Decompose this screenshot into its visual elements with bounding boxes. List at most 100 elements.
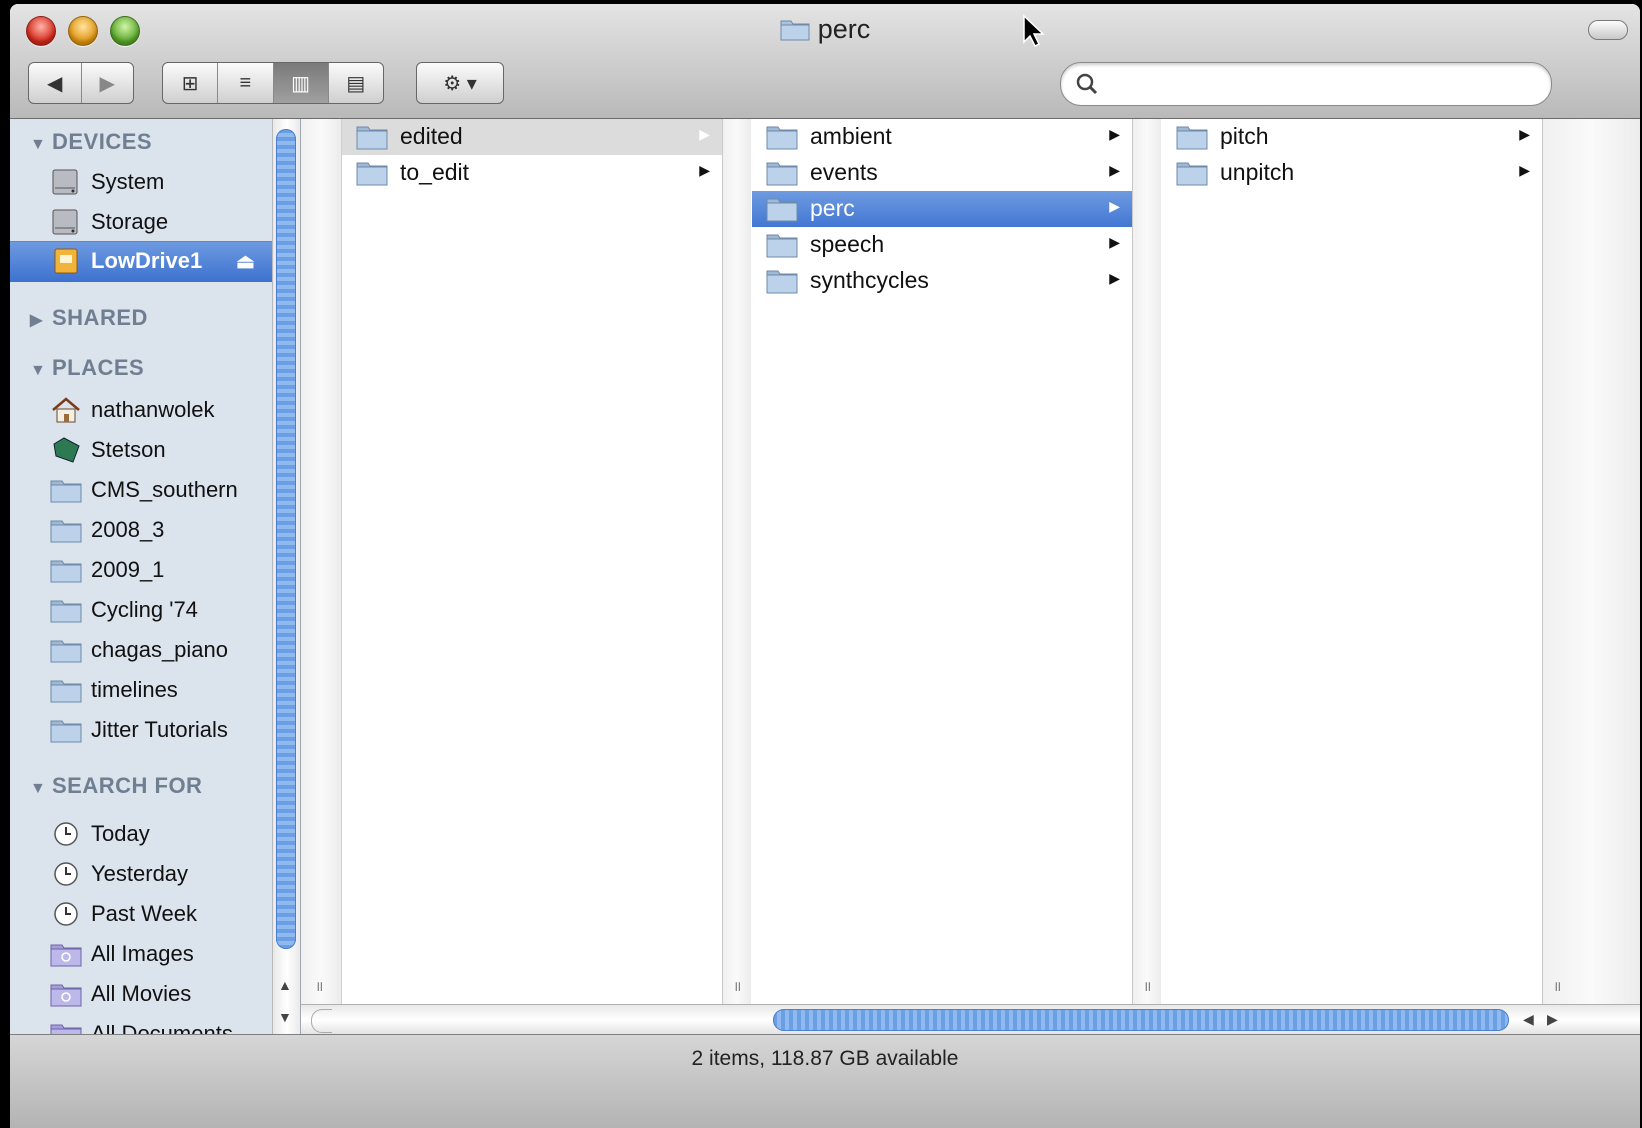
disk-icon bbox=[53, 437, 80, 463]
list-item[interactable]: pitch ▶ bbox=[1162, 119, 1542, 155]
sidebar-item-folder[interactable]: Cycling '74 bbox=[10, 591, 272, 629]
disclosure-open-icon: ▼ bbox=[30, 136, 47, 153]
sidebar-header-search-for[interactable]: ▼ SEARCH FOR bbox=[30, 773, 202, 799]
disclosure-arrow-icon: ▶ bbox=[1519, 126, 1530, 142]
nav-buttons: ◀ ▶ bbox=[28, 62, 134, 104]
search-field[interactable] bbox=[1060, 62, 1552, 106]
sidebar-item-folder[interactable]: timelines bbox=[10, 671, 272, 709]
list-item[interactable]: ambient ▶ bbox=[752, 119, 1132, 155]
sidebar-item-folder[interactable]: Jitter Tutorials bbox=[10, 711, 272, 749]
column-browser: ॥ edited ▶ to_edit ▶ ॥ ambient ▶ events … bbox=[301, 119, 1640, 1004]
horizontal-scroll-thumb[interactable] bbox=[773, 1009, 1509, 1031]
folder-icon bbox=[356, 162, 388, 186]
sidebar-item-folder[interactable]: 2008_3 bbox=[10, 511, 272, 549]
folder-icon bbox=[766, 270, 798, 294]
folder-icon bbox=[50, 480, 82, 503]
sidebar-item-label: All Movies bbox=[91, 981, 192, 1006]
sidebar-item-label: 2008_3 bbox=[91, 517, 165, 542]
column-view-button[interactable]: ▥ bbox=[272, 63, 328, 103]
sidebar-item-label: Stetson bbox=[91, 437, 166, 462]
column-hidden-edge: ॥ bbox=[301, 119, 342, 1004]
sidebar-item-past-week[interactable]: Past Week bbox=[10, 895, 272, 933]
forward-button[interactable]: ▶ bbox=[80, 63, 134, 103]
list-item[interactable]: unpitch ▶ bbox=[1162, 155, 1542, 191]
disclosure-open-icon: ▼ bbox=[30, 780, 47, 797]
home-icon bbox=[52, 397, 80, 423]
finder-window: perc ◀ ▶ ⊞ ≡ ▥ ▤ ⚙ ▾ ▼ DEVICES System St… bbox=[10, 4, 1640, 1128]
folder-icon bbox=[780, 20, 810, 41]
sidebar-item-folder[interactable]: 2009_1 bbox=[10, 551, 272, 589]
list-item[interactable]: synthcycles ▶ bbox=[752, 263, 1132, 299]
sidebar-item-folder[interactable]: CMS_southern bbox=[10, 471, 272, 509]
smart-folder-icon bbox=[50, 944, 82, 967]
scroll-down-arrow-icon[interactable]: ▼ bbox=[278, 1009, 292, 1025]
scroll-left-arrow-icon[interactable]: ◀ bbox=[1523, 1011, 1534, 1028]
view-buttons: ⊞ ≡ ▥ ▤ bbox=[162, 62, 384, 104]
column-resize-handle[interactable]: ॥ bbox=[1553, 977, 1561, 996]
list-item[interactable]: edited ▶ bbox=[342, 119, 722, 155]
column-resize-handle[interactable]: ॥ bbox=[315, 977, 323, 996]
list-view-button[interactable]: ≡ bbox=[217, 63, 272, 103]
search-input[interactable] bbox=[1113, 69, 1537, 99]
sidebar-item-all-movies[interactable]: All Movies bbox=[10, 975, 272, 1013]
item-label: unpitch bbox=[1220, 159, 1295, 185]
folder-icon bbox=[50, 720, 82, 743]
folder-icon bbox=[50, 600, 82, 623]
sidebar-header-devices[interactable]: ▼ DEVICES bbox=[30, 129, 152, 155]
sidebar-header-label: SEARCH FOR bbox=[52, 773, 203, 798]
sidebar-header-shared[interactable]: ▶ SHARED bbox=[30, 305, 148, 331]
sidebar-item-label: nathanwolek bbox=[91, 397, 215, 422]
sidebar-item-folder[interactable]: chagas_piano bbox=[10, 631, 272, 669]
sidebar-item-all-documents[interactable]: All Documents bbox=[10, 1015, 272, 1034]
sidebar-item-home[interactable]: nathanwolek bbox=[10, 391, 272, 429]
disclosure-open-icon: ▼ bbox=[30, 362, 47, 379]
sidebar-header-places[interactable]: ▼ PLACES bbox=[30, 355, 144, 381]
smart-folder-icon bbox=[50, 1024, 82, 1034]
item-label: edited bbox=[400, 123, 463, 149]
search-icon bbox=[1076, 73, 1098, 95]
sidebar-item-lowdrive1[interactable]: LowDrive1 ⏏ bbox=[10, 241, 272, 282]
clock-icon bbox=[54, 902, 78, 926]
list-item[interactable]: speech ▶ bbox=[752, 227, 1132, 263]
icon-view-button[interactable]: ⊞ bbox=[163, 63, 217, 103]
coverflow-view-button[interactable]: ▤ bbox=[327, 63, 383, 103]
list-item[interactable]: to_edit ▶ bbox=[342, 155, 722, 191]
column-gutter: ॥ bbox=[1133, 119, 1161, 1004]
window-title-text: perc bbox=[817, 14, 871, 44]
folder-icon bbox=[50, 560, 82, 583]
sidebar-item-stetson[interactable]: Stetson bbox=[10, 431, 272, 469]
back-button[interactable]: ◀ bbox=[29, 63, 81, 103]
column-resize-handle[interactable]: ॥ bbox=[733, 977, 741, 996]
toolbar-toggle-button[interactable] bbox=[1588, 20, 1628, 40]
list-item[interactable]: events ▶ bbox=[752, 155, 1132, 191]
sidebar-item-label: Cycling '74 bbox=[91, 597, 198, 622]
horizontal-scrollbar[interactable]: ◀ ▶ bbox=[301, 1004, 1640, 1035]
column-resize-handle[interactable]: ॥ bbox=[1143, 977, 1151, 996]
disclosure-arrow-icon: ▶ bbox=[1109, 162, 1120, 178]
external-drive-icon bbox=[54, 248, 78, 274]
sidebar-scroll-thumb[interactable] bbox=[276, 129, 296, 949]
item-label: to_edit bbox=[400, 159, 470, 185]
sidebar-item-yesterday[interactable]: Yesterday bbox=[10, 855, 272, 893]
sidebar-item-storage[interactable]: Storage bbox=[10, 203, 272, 241]
action-menu-button[interactable]: ⚙ ▾ bbox=[416, 62, 504, 104]
sidebar-item-label: Jitter Tutorials bbox=[91, 717, 228, 742]
folder-icon bbox=[766, 198, 798, 222]
sidebar-header-label: DEVICES bbox=[52, 129, 153, 154]
column-3: pitch ▶ unpitch ▶ bbox=[1162, 119, 1543, 1004]
eject-icon[interactable]: ⏏ bbox=[236, 249, 255, 274]
sidebar-item-system[interactable]: System bbox=[10, 163, 272, 201]
scroll-up-arrow-icon[interactable]: ▲ bbox=[278, 977, 292, 993]
folder-icon bbox=[1176, 126, 1208, 150]
sidebar-item-label: timelines bbox=[91, 677, 178, 702]
sidebar-item-label: System bbox=[91, 169, 165, 194]
folder-icon bbox=[766, 126, 798, 150]
clock-icon bbox=[54, 822, 78, 846]
sidebar-scrollbar[interactable]: ▲ ▼ bbox=[272, 119, 300, 1034]
sidebar-item-all-images[interactable]: All Images bbox=[10, 935, 272, 973]
list-item-selected[interactable]: perc ▶ bbox=[752, 191, 1132, 227]
sidebar-item-today[interactable]: Today bbox=[10, 815, 272, 853]
sidebar-item-label: Today bbox=[91, 821, 150, 846]
scroll-right-arrow-icon[interactable]: ▶ bbox=[1547, 1011, 1558, 1028]
sidebar-item-label: All Images bbox=[91, 941, 194, 966]
